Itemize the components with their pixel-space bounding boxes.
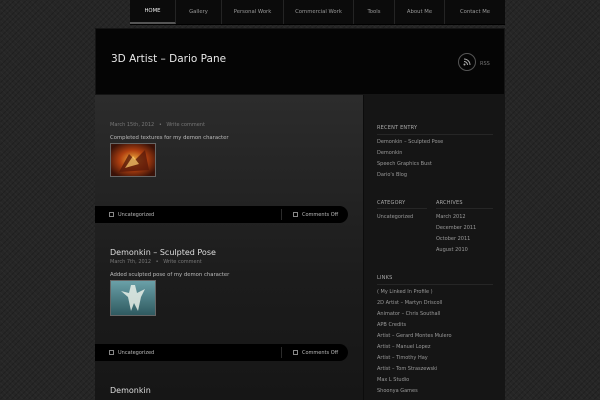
blogroll-link[interactable]: Shoonya Games <box>377 388 418 394</box>
post-excerpt: Completed textures for my demon characte… <box>110 135 229 141</box>
recent-entry-heading: RECENT ENTRY <box>377 125 418 131</box>
post-thumbnail[interactable] <box>110 143 156 177</box>
category-icon <box>109 350 114 355</box>
write-comment-link[interactable]: Write comment <box>166 122 205 128</box>
blogroll-link[interactable]: Animator – Chris Southall <box>377 311 440 317</box>
nav-item-tools[interactable]: Tools <box>354 0 395 24</box>
nav-item-home[interactable]: HOME <box>130 0 176 24</box>
rss-icon <box>463 58 471 66</box>
recent-entry-link[interactable]: Dario's Blog <box>377 172 407 178</box>
post-meta: March 15th, 2012 • Write comment <box>110 122 205 128</box>
comments-status: Comments Off <box>302 349 339 356</box>
site-header: 3D Artist – Dario Pane RSS <box>95 28 505 95</box>
blogroll-link[interactable]: Artist – Tom Straszewski <box>377 366 437 372</box>
post-title[interactable]: Demonkin – Sculpted Pose <box>110 248 216 257</box>
sidebar: RECENT ENTRY Demonkin – Sculpted Pose De… <box>363 95 505 400</box>
post-meta: March 7th, 2012 • Write comment <box>110 259 202 265</box>
blogroll-link[interactable]: APB Credits <box>377 322 406 328</box>
category-heading: CATEGORY <box>377 200 406 206</box>
post-date: March 15th, 2012 <box>110 122 155 128</box>
blogroll-link[interactable]: Artist – Manuel Lopez <box>377 344 430 350</box>
blogroll-link[interactable]: 2D Artist – Martyn Driscoll <box>377 300 442 306</box>
footer-divider <box>281 347 282 358</box>
comment-icon <box>293 212 298 217</box>
archive-link[interactable]: December 2011 <box>436 225 476 231</box>
sculpted-pose-thumbnail-icon <box>111 281 155 315</box>
archive-link[interactable]: March 2012 <box>436 214 466 220</box>
links-heading: LINKS <box>377 275 393 281</box>
post-footer-bar: Uncategorized Comments Off <box>95 206 348 223</box>
comment-icon <box>293 350 298 355</box>
post-category-link[interactable]: Uncategorized <box>118 350 154 356</box>
post-category-link[interactable]: Uncategorized <box>118 212 154 218</box>
recent-entry-link[interactable]: Demonkin <box>377 150 402 156</box>
archive-link[interactable]: October 2011 <box>436 236 470 242</box>
demon-character-thumbnail-icon <box>111 144 155 176</box>
post-date: March 7th, 2012 <box>110 259 152 265</box>
write-comment-link[interactable]: Write comment <box>163 259 202 265</box>
post-title[interactable]: Demonkin <box>110 386 151 395</box>
blogroll-link[interactable]: Artist – Gerard Montes Mulero <box>377 333 452 339</box>
sidebar-divider <box>377 208 427 209</box>
post-footer-bar: Uncategorized Comments Off <box>95 344 348 361</box>
sidebar-divider <box>377 134 493 135</box>
main-content: March 15th, 2012 • Write comment Complet… <box>95 95 363 400</box>
comments-status: Comments Off <box>302 211 339 218</box>
blogroll-link[interactable]: Max L Studio <box>377 377 409 383</box>
rss-label[interactable]: RSS <box>480 61 490 67</box>
sidebar-divider <box>377 284 493 285</box>
footer-divider <box>281 209 282 220</box>
recent-entry-link[interactable]: Speech Graphics Bust <box>377 161 432 167</box>
blogroll-link[interactable]: Artist – Timothy Hay <box>377 355 428 361</box>
top-navigation: HOME Gallery Personal Work Commercial Wo… <box>130 0 505 25</box>
post-thumbnail[interactable] <box>110 280 156 316</box>
post-excerpt: Added sculpted pose of my demon characte… <box>110 272 230 278</box>
nav-item-about-me[interactable]: About Me <box>395 0 445 24</box>
archive-link[interactable]: August 2010 <box>436 247 468 253</box>
category-link[interactable]: Uncategorized <box>377 214 413 220</box>
sidebar-divider <box>436 208 493 209</box>
category-icon <box>109 212 114 217</box>
rss-button[interactable] <box>458 53 476 71</box>
nav-item-gallery[interactable]: Gallery <box>176 0 222 24</box>
nav-item-commercial-work[interactable]: Commercial Work <box>284 0 354 24</box>
nav-item-personal-work[interactable]: Personal Work <box>222 0 284 24</box>
site-title[interactable]: 3D Artist – Dario Pane <box>111 53 226 65</box>
recent-entry-link[interactable]: Demonkin – Sculpted Pose <box>377 139 443 145</box>
nav-item-contact-me[interactable]: Contact Me <box>445 0 505 24</box>
blogroll-link[interactable]: ( My Linked In Profile ) <box>377 289 433 295</box>
archives-heading: ARCHIVES <box>436 200 463 206</box>
